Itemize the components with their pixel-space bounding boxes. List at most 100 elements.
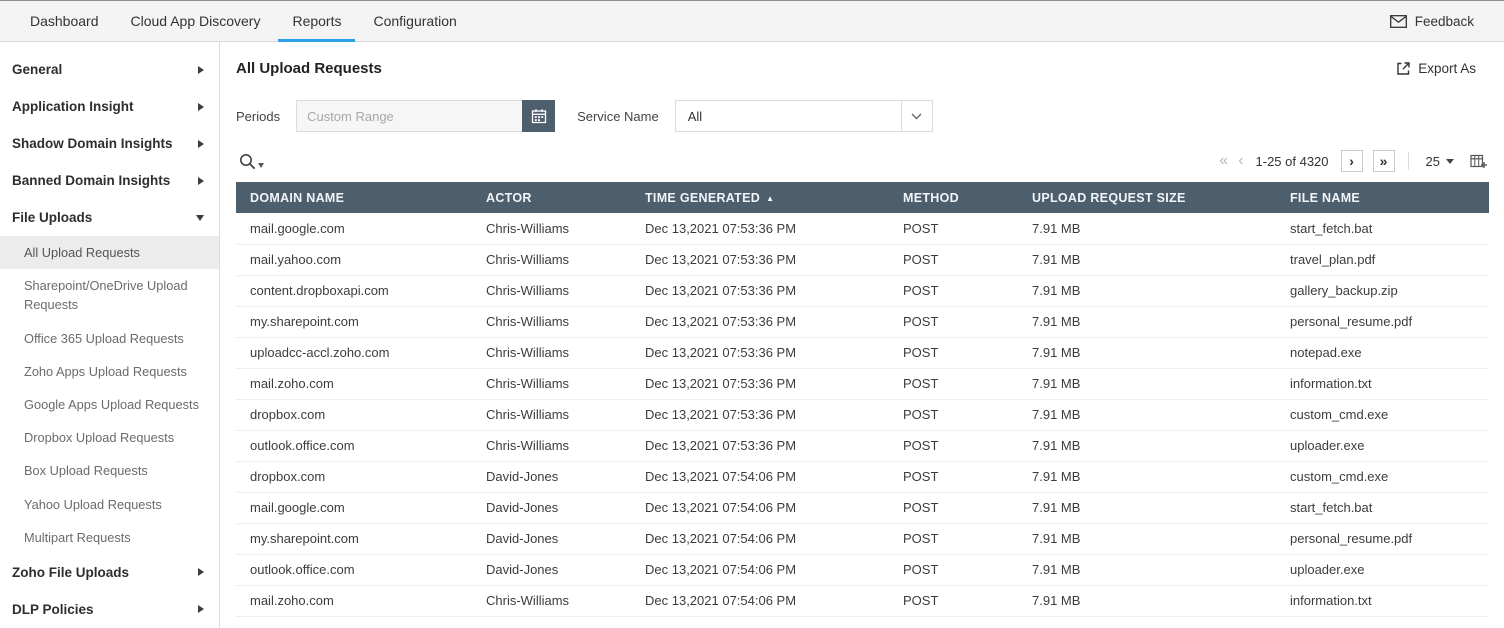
feedback-button[interactable]: Feedback [1360,1,1504,41]
sidebar-item-sharepoint-onedrive-upload-requests[interactable]: Sharepoint/OneDrive Upload Requests [0,269,219,321]
table-cell: notepad.exe [1276,337,1489,368]
table-cell: custom_cmd.exe [1276,399,1489,430]
sidebar-item-dropbox-upload-requests[interactable]: Dropbox Upload Requests [0,421,219,454]
table-cell: 7.91 MB [1018,337,1276,368]
table-cell: 7.91 MB [1018,244,1276,275]
divider [1408,152,1409,170]
sidebar-item-yahoo-upload-requests[interactable]: Yahoo Upload Requests [0,488,219,521]
table-row[interactable]: outlook.office.comChris-WilliamsDec 13,2… [236,430,1489,461]
tab-reports[interactable]: Reports [276,1,357,41]
table-cell: Dec 13,2021 07:53:36 PM [631,368,889,399]
table-row[interactable]: my.sharepoint.comDavid-JonesDec 13,2021 … [236,523,1489,554]
table-cell: Chris-Williams [472,585,631,616]
sidebar-section-label: DLP Policies [12,602,94,617]
table-row[interactable]: mail.google.comChris-WilliamsDec 13,2021… [236,213,1489,244]
table-cell: David-Jones [472,461,631,492]
table-cell: personal_resume.pdf [1276,523,1489,554]
sidebar-section-zoho-file-uploads[interactable]: Zoho File Uploads [0,554,219,591]
column-header-actor[interactable]: ACTOR [472,182,631,213]
page-size-select[interactable]: 25 [1422,154,1458,169]
sidebar-item-multipart-requests[interactable]: Multipart Requests [0,521,219,554]
pagination-last-button[interactable]: » [1373,150,1395,172]
table-body: mail.google.comChris-WilliamsDec 13,2021… [236,213,1489,616]
app-root: DashboardCloud App DiscoveryReportsConfi… [0,0,1504,628]
export-as-button[interactable]: Export As [1396,61,1476,76]
tab-cloud-app-discovery[interactable]: Cloud App Discovery [115,1,277,41]
table-cell: 7.91 MB [1018,523,1276,554]
sidebar-section-file-uploads[interactable]: File Uploads [0,199,219,236]
column-header-file-name[interactable]: FILE NAME [1276,182,1489,213]
sidebar-section-label: File Uploads [12,210,92,225]
column-header-domain-name[interactable]: DOMAIN NAME [236,182,472,213]
sidebar-section-shadow-domain-insights[interactable]: Shadow Domain Insights [0,125,219,162]
table-cell: 7.91 MB [1018,430,1276,461]
export-icon [1396,61,1411,76]
tab-dashboard[interactable]: Dashboard [14,1,115,41]
table-cell: Dec 13,2021 07:53:36 PM [631,275,889,306]
pagination-first-button[interactable]: « [1219,153,1228,169]
table-row[interactable]: my.sharepoint.comChris-WilliamsDec 13,20… [236,306,1489,337]
table-cell: 7.91 MB [1018,554,1276,585]
periods-input[interactable] [296,100,522,132]
sidebar-item-zoho-apps-upload-requests[interactable]: Zoho Apps Upload Requests [0,355,219,388]
sidebar-section-banned-domain-insights[interactable]: Banned Domain Insights [0,162,219,199]
table-cell: Chris-Williams [472,337,631,368]
table-cell: outlook.office.com [236,554,472,585]
chevron-right-icon [198,103,204,111]
sidebar: General Application InsightShadow Domain … [0,42,220,628]
sidebar-section-label: General [12,62,62,77]
sidebar-item-google-apps-upload-requests[interactable]: Google Apps Upload Requests [0,388,219,421]
sort-asc-icon: ▲ [766,194,774,203]
table-cell: POST [889,399,1018,430]
pagination-next-button[interactable]: › [1341,150,1363,172]
calendar-button[interactable] [522,100,555,132]
table-cell: Dec 13,2021 07:54:06 PM [631,461,889,492]
table-row[interactable]: mail.yahoo.comChris-WilliamsDec 13,2021 … [236,244,1489,275]
table-row[interactable]: outlook.office.comDavid-JonesDec 13,2021… [236,554,1489,585]
table-row[interactable]: mail.zoho.comChris-WilliamsDec 13,2021 0… [236,368,1489,399]
table-cell: my.sharepoint.com [236,523,472,554]
table-row[interactable]: content.dropboxapi.comChris-WilliamsDec … [236,275,1489,306]
column-header-upload-request-size[interactable]: UPLOAD REQUEST SIZE [1018,182,1276,213]
table-row[interactable]: mail.zoho.comChris-WilliamsDec 13,2021 0… [236,585,1489,616]
table-cell: Dec 13,2021 07:54:06 PM [631,554,889,585]
sidebar-item-office-365-upload-requests[interactable]: Office 365 Upload Requests [0,322,219,355]
search-button[interactable] [236,153,267,170]
table-row[interactable]: dropbox.comChris-WilliamsDec 13,2021 07:… [236,399,1489,430]
table-cell: 7.91 MB [1018,275,1276,306]
table-cell: POST [889,523,1018,554]
table-cell: dropbox.com [236,399,472,430]
periods-label: Periods [236,109,280,124]
table-cell: Chris-Williams [472,306,631,337]
table-cell: 7.91 MB [1018,585,1276,616]
table-row[interactable]: mail.google.comDavid-JonesDec 13,2021 07… [236,492,1489,523]
table-cell: POST [889,275,1018,306]
sidebar-section-dlp-policies[interactable]: DLP Policies [0,591,219,628]
pagination-prev-button[interactable]: ‹ [1238,153,1243,169]
table-row[interactable]: dropbox.comDavid-JonesDec 13,2021 07:54:… [236,461,1489,492]
column-header-method[interactable]: METHOD [889,182,1018,213]
table-cell: David-Jones [472,523,631,554]
sidebar-item-box-upload-requests[interactable]: Box Upload Requests [0,454,219,487]
table-cell: mail.google.com [236,492,472,523]
table-row[interactable]: uploadcc-accl.zoho.comChris-WilliamsDec … [236,337,1489,368]
tab-configuration[interactable]: Configuration [357,1,472,41]
table-cell: outlook.office.com [236,430,472,461]
service-name-value: All [676,101,901,131]
service-name-label: Service Name [577,109,659,124]
sidebar-section-application-insight[interactable]: Application Insight [0,88,219,125]
table-cell: Dec 13,2021 07:54:06 PM [631,585,889,616]
chevron-down-icon [1446,159,1454,164]
column-header-time-generated[interactable]: TIME GENERATED▲ [631,182,889,213]
service-name-select[interactable]: All [675,100,933,132]
table-cell: information.txt [1276,368,1489,399]
table-cell: start_fetch.bat [1276,213,1489,244]
table-container: DOMAIN NAMEACTORTIME GENERATED▲METHODUPL… [236,182,1489,617]
sidebar-item-all-upload-requests[interactable]: All Upload Requests [0,236,219,269]
table-cell: Dec 13,2021 07:53:36 PM [631,430,889,461]
main-panel: All Upload Requests Export As Periods [220,42,1504,628]
chevron-down-icon [196,215,204,221]
sidebar-section-general[interactable]: General [0,51,219,88]
column-chooser-button[interactable] [1468,154,1489,169]
feedback-label: Feedback [1415,14,1474,29]
